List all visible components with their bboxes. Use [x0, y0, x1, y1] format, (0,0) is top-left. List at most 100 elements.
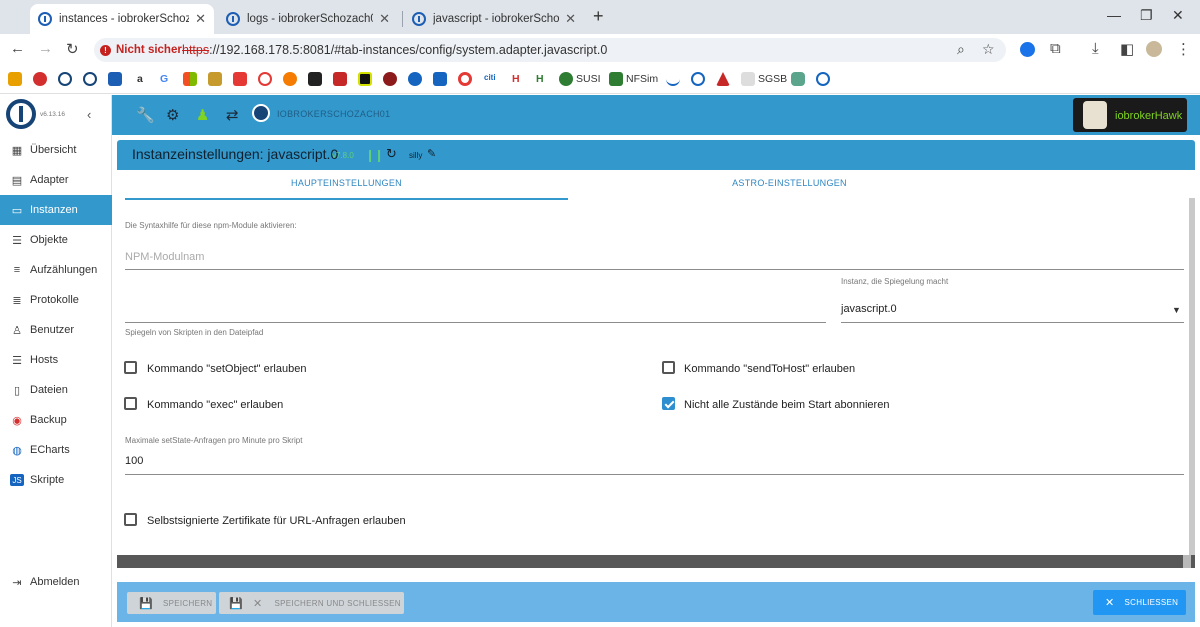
- scrollbar[interactable]: [1189, 198, 1195, 568]
- bookmark-black-icon[interactable]: [308, 72, 322, 86]
- sidebar-item-uebersicht[interactable]: ▦ Übersicht: [0, 135, 112, 165]
- wrench-icon[interactable]: 🔧: [136, 106, 155, 124]
- sidebar-item-aufzaehlungen[interactable]: ≡ Aufzählungen: [0, 255, 112, 285]
- restore-icon[interactable]: ❐: [1140, 7, 1153, 24]
- bookmark-car-icon[interactable]: [333, 72, 347, 86]
- profile-avatar[interactable]: [1146, 41, 1162, 57]
- close-icon[interactable]: ✕: [379, 11, 390, 27]
- mirror-instance-select[interactable]: javascript.0: [841, 303, 897, 315]
- npm-modules-input[interactable]: NPM-Modulnam: [125, 251, 204, 263]
- sidebar-item-objekte[interactable]: ☰ Objekte: [0, 225, 112, 255]
- bookmark-bank-icon[interactable]: [208, 72, 222, 86]
- send-to-host-checkbox[interactable]: [662, 361, 675, 374]
- sidebar-item-benutzer[interactable]: ♙ Benutzer: [0, 315, 112, 345]
- bookmark-h-green-icon[interactable]: H: [536, 73, 544, 85]
- self-signed-checkbox[interactable]: [124, 513, 137, 526]
- sidebar-item-echarts[interactable]: ◍ ECharts: [0, 435, 112, 465]
- minimize-icon[interactable]: —: [1107, 7, 1121, 23]
- sidebar-item-dateien[interactable]: ▯ Dateien: [0, 375, 112, 405]
- download-icon[interactable]: ⤓: [1092, 40, 1099, 57]
- exec-checkbox[interactable]: [124, 397, 137, 410]
- bookmark-iobroker2-icon[interactable]: [83, 72, 97, 86]
- reload-icon[interactable]: ↻: [66, 40, 79, 58]
- save-button[interactable]: 💾 SPEICHERN: [127, 592, 216, 614]
- scrollbar-thumb[interactable]: [1183, 555, 1191, 568]
- bookmark-susi[interactable]: SUSI: [576, 73, 601, 85]
- save-and-close-label: SPEICHERN UND SCHLIESSEN: [274, 598, 401, 608]
- bookmark-nfsim[interactable]: NFSim: [626, 73, 658, 85]
- bookmark-openai-icon[interactable]: [791, 72, 805, 86]
- max-setstate-input[interactable]: 100: [125, 455, 143, 467]
- close-icon[interactable]: ✕: [195, 11, 206, 27]
- bookmark-sgsb[interactable]: SGSB: [758, 73, 787, 85]
- close-icon[interactable]: ✕: [565, 11, 576, 27]
- bookmark-dsn-icon[interactable]: [108, 72, 122, 86]
- gear-icon[interactable]: ⚙: [166, 106, 179, 124]
- bookmark-gmx-icon[interactable]: [8, 72, 22, 86]
- bookmark-target-icon[interactable]: [458, 72, 472, 86]
- hosts-icon: ☰: [12, 354, 22, 367]
- bookmark-nfsim-icon[interactable]: [609, 72, 623, 86]
- bookmark-porsche-icon[interactable]: [383, 72, 397, 86]
- close-button[interactable]: ✕ SCHLIESSEN: [1093, 590, 1186, 615]
- bookmark-blue-icon[interactable]: [433, 72, 447, 86]
- sidebar-item-protokolle[interactable]: ≣ Protokolle: [0, 285, 112, 315]
- reload-instance-icon[interactable]: ↻: [386, 146, 397, 162]
- mirror-path-input[interactable]: [125, 322, 826, 323]
- self-signed-label: Selbstsignierte Zertifikate für URL-Anfr…: [147, 515, 406, 527]
- sync-icon[interactable]: ⇄: [226, 106, 239, 124]
- browser-tab-javascript[interactable]: javascript - iobrokerSchozach01 ✕: [404, 4, 584, 34]
- star-icon[interactable]: ☆: [982, 41, 995, 58]
- url-text[interactable]: https://192.168.178.5:8081/#tab-instance…: [182, 43, 607, 57]
- sidebar-item-abmelden[interactable]: ⇥ Abmelden: [0, 567, 112, 597]
- bookmark-gear-icon[interactable]: [408, 72, 422, 86]
- security-chip[interactable]: ! Nicht sicher: [100, 41, 182, 59]
- sidebar-item-hosts[interactable]: ☰ Hosts: [0, 345, 112, 375]
- bookmark-red-icon[interactable]: [33, 72, 47, 86]
- browser-tab-logs[interactable]: logs - iobrokerSchozach01 ✕: [218, 4, 398, 34]
- edit-icon[interactable]: ✎: [427, 147, 436, 160]
- bookmark-wave-icon[interactable]: [666, 72, 680, 86]
- bookmark-globe-icon[interactable]: [691, 72, 705, 86]
- back-icon[interactable]: ←: [10, 40, 25, 57]
- bookmark-six-icon[interactable]: [258, 72, 272, 86]
- horizontal-scrollbar[interactable]: [117, 555, 1195, 568]
- sidebar-item-skripte[interactable]: JS Skripte: [0, 465, 112, 495]
- sidepanel-icon[interactable]: ◧: [1120, 40, 1134, 58]
- tab-astro-einstellungen[interactable]: ASTRO-EINSTELLUNGEN: [568, 178, 1011, 188]
- extensions-icon[interactable]: ⧉: [1050, 40, 1061, 57]
- log-level[interactable]: silly: [409, 151, 422, 160]
- bookmark-susi-icon[interactable]: [559, 72, 573, 86]
- sidebar-item-instanzen[interactable]: ▭ Instanzen: [0, 195, 112, 225]
- zoom-icon[interactable]: ⌕: [957, 41, 965, 58]
- bookmark-citi-icon[interactable]: citi: [484, 73, 496, 82]
- forward-icon[interactable]: →: [38, 40, 53, 57]
- bookmark-iobroker-icon[interactable]: [58, 72, 72, 86]
- bookmark-microsoft-icon[interactable]: [183, 72, 197, 86]
- bookmark-spiral-icon[interactable]: [816, 72, 830, 86]
- bookmark-c-icon[interactable]: [358, 72, 372, 86]
- save-and-close-button[interactable]: 💾 ✕ SPEICHERN UND SCHLIESSEN: [219, 592, 404, 614]
- chevron-left-icon[interactable]: ‹: [87, 107, 91, 122]
- sidebar-item-adapter[interactable]: ▤ Adapter: [0, 165, 112, 195]
- pause-icon[interactable]: ❙❙: [365, 148, 384, 162]
- files-icon: ▯: [13, 384, 21, 397]
- bookmark-sgsb-icon[interactable]: [741, 72, 755, 86]
- bookmark-flag-icon[interactable]: [233, 72, 247, 86]
- set-object-checkbox[interactable]: [124, 361, 137, 374]
- bookmark-google-icon[interactable]: G: [160, 73, 168, 85]
- menu-icon[interactable]: ⋮: [1176, 40, 1191, 58]
- no-subscribe-checkbox[interactable]: [662, 397, 675, 410]
- new-tab-icon[interactable]: +: [593, 6, 604, 27]
- bookmark-amazon-icon[interactable]: a: [137, 73, 143, 85]
- scripts-icon: JS: [10, 474, 24, 486]
- sidebar-item-backup[interactable]: ◉ Backup: [0, 405, 112, 435]
- tab-haupteinstellungen[interactable]: HAUPTEINSTELLUNGEN: [125, 178, 568, 188]
- dropdown-arrow-icon[interactable]: ▼: [1172, 305, 1181, 315]
- browser-tab-instances[interactable]: instances - iobrokerSchozach01 ✕: [30, 4, 214, 34]
- chat-extension-icon[interactable]: [1020, 42, 1035, 57]
- bookmark-h-red-icon[interactable]: H: [512, 73, 520, 85]
- window-close-icon[interactable]: ✕: [1172, 7, 1184, 24]
- bookmark-h-icon[interactable]: [283, 72, 297, 86]
- expert-mode-icon[interactable]: ♟: [196, 106, 209, 124]
